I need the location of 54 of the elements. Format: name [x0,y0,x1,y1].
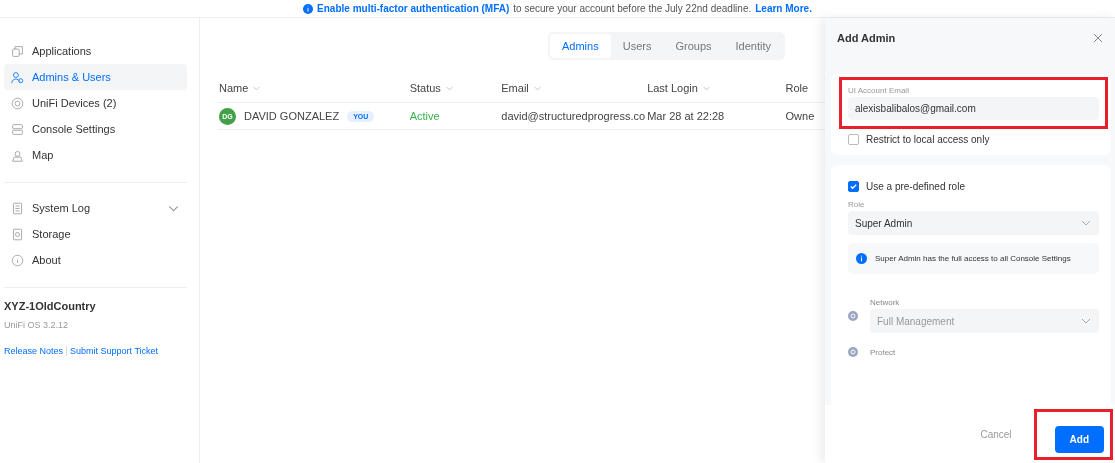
panel-title: Add Admin [837,32,896,44]
sidebar-item[interactable]: Storage [4,221,187,247]
users-icon [11,70,24,84]
column-header[interactable]: Name [219,82,249,94]
tab[interactable]: Identity [723,34,783,58]
sidebar-item[interactable]: Console Settings [4,116,187,142]
footer-link[interactable]: Submit Support Ticket [70,346,159,356]
field-label: Protect [870,347,897,357]
document-icon [11,201,24,215]
last-login-text: Mar 28 at 22:28 [647,110,725,122]
version-text: UniFi OS 3.2.12 [4,320,70,330]
column-header[interactable]: Email [501,82,529,94]
banner-message: Enable multi-factor authentication (MFA) [317,3,510,14]
checkbox[interactable] [848,134,859,145]
tab[interactable]: Users [610,34,664,58]
status-text: Active [409,110,440,122]
console-name: XYZ-1OldCountry [4,300,97,312]
sidebar-item[interactable]: About [4,247,187,273]
tab[interactable]: Admins [550,34,611,58]
close-icon[interactable] [1093,33,1103,43]
sidebar-item[interactable]: UniFi Devices (2) [4,90,187,116]
email-text: david@structuredprogress.co [501,110,646,122]
banner-text: to secure your account before the July 22nd deadline. [513,3,752,14]
field-label: UI Account Email [848,86,910,95]
field-label: Role [848,200,866,209]
user-name: DAVID GONZALEZ [244,110,340,122]
footer-link[interactable]: Release Notes [4,346,64,356]
sidebar-item[interactable]: Map [4,142,187,168]
target-icon [11,96,24,110]
sidebar-item[interactable]: Applications [4,38,187,64]
field-label: Network [870,298,901,307]
column-header[interactable]: Role [785,82,809,94]
app-icon [848,347,858,357]
checkbox-label: Restrict to local access only [866,134,990,145]
info-icon [303,3,314,14]
email-field[interactable]: alexisbalibalos@gmail.com [848,97,1099,120]
add-button[interactable]: Add [1054,425,1104,453]
checkbox[interactable] [848,181,859,192]
info-icon [856,253,867,264]
sidebar-item[interactable]: System Log [4,195,187,221]
server-icon [11,122,24,136]
checkbox-label: Use a pre-defined role [866,181,965,192]
learn-more-link[interactable]: Learn More. [755,3,812,14]
windows-icon [11,44,24,58]
sidebar-item[interactable]: Admins & Users [4,64,187,90]
column-header[interactable]: Last Login [647,82,698,94]
info-text: Super Admin has the full access to all Console Settings [875,253,1071,265]
tab[interactable]: Groups [663,34,724,58]
column-header[interactable]: Status [409,82,441,94]
info-icon [11,253,24,267]
role-text: Owne [785,110,815,122]
role-dropdown[interactable]: Super Admin [848,211,1099,235]
app-icon [848,310,858,321]
person-pin-icon [11,148,24,162]
